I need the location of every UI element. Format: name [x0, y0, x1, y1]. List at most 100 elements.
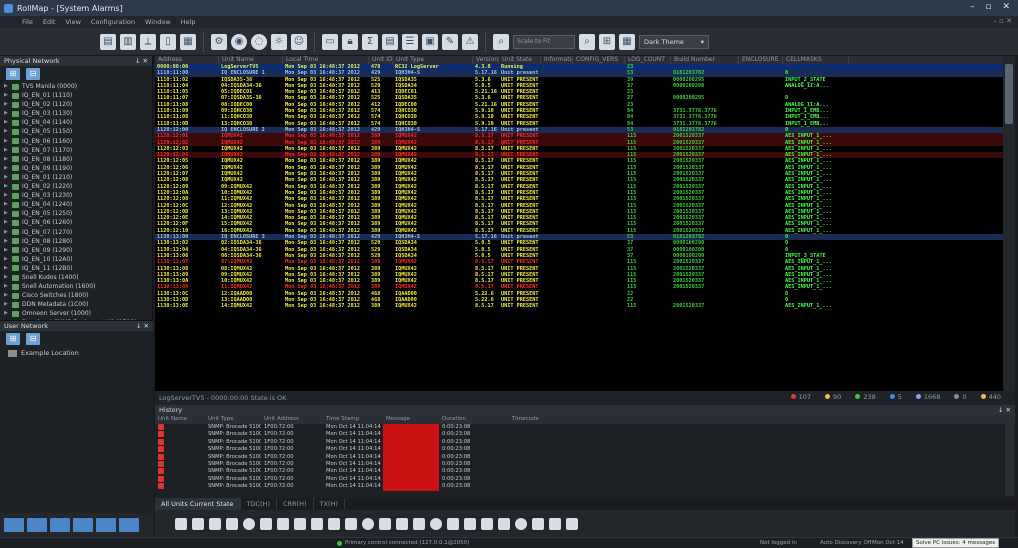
- scale-input[interactable]: Scale to Fit: [513, 34, 575, 49]
- expand-arrow-icon[interactable]: ▶: [4, 218, 10, 227]
- mdi-window-controls[interactable]: – ▫ ✕: [993, 17, 1012, 25]
- fit-icon[interactable]: ⊞: [599, 33, 615, 50]
- expand-arrow-icon[interactable]: ▶: [4, 300, 10, 309]
- bar-icon[interactable]: [447, 517, 459, 530]
- tree-item[interactable]: ▶ IQ_EN_10 (12A0): [0, 255, 152, 264]
- collapse-all-icon[interactable]: ⊟: [26, 68, 40, 80]
- history-row[interactable]: SNMP: Brocade 5100 1F00:72:00 Mon Oct 14 1…: [155, 438, 1015, 447]
- indicator-icon[interactable]: [362, 517, 374, 530]
- tree-item[interactable]: ▶ IQ_EN_01 (1110): [0, 91, 152, 100]
- expand-all-icon[interactable]: ⊞: [6, 68, 20, 80]
- lamp-icon[interactable]: [430, 517, 442, 530]
- lock-icon[interactable]: 🔒︎: [342, 33, 358, 50]
- grid-icon[interactable]: [328, 517, 340, 530]
- tab[interactable]: CRR(H): [277, 498, 314, 510]
- tree-item[interactable]: ▶ DDN Metadata (1C00): [0, 300, 152, 309]
- expand-arrow-icon[interactable]: ▶: [4, 91, 10, 100]
- pointer-icon[interactable]: [175, 517, 187, 530]
- alarm-count[interactable]: 5: [889, 393, 902, 401]
- column-header[interactable]: Local Time: [283, 56, 369, 64]
- tree-item[interactable]: ▶ IQ_EN_08 (1180): [0, 155, 152, 164]
- expand-arrow-icon[interactable]: ▶: [4, 246, 10, 255]
- history-row[interactable]: SNMP: Brocade 5100 1F00:72:00 Mon Oct 14 1…: [155, 460, 1015, 469]
- document-icon[interactable]: ▯: [160, 33, 176, 50]
- expand-arrow-icon[interactable]: ▶: [4, 191, 10, 200]
- tree-item[interactable]: ▶ IQ_EN_07 (1170): [0, 146, 152, 155]
- menu-edit[interactable]: Edit: [43, 18, 56, 26]
- expand-arrow-icon[interactable]: ▶: [4, 273, 10, 282]
- tree-item[interactable]: ▶ IQ_EN_04 (1140): [0, 118, 152, 127]
- alarm-count[interactable]: 440: [980, 393, 1001, 401]
- scroll-thumb[interactable]: [1005, 64, 1013, 124]
- export-icon[interactable]: [119, 518, 139, 532]
- ellipse-icon[interactable]: [243, 517, 255, 530]
- dial-component-icon[interactable]: [566, 517, 578, 530]
- folder-icon[interactable]: [96, 518, 116, 532]
- alarm-count[interactable]: 0: [954, 393, 967, 401]
- rounded-rect-icon[interactable]: [226, 517, 238, 530]
- check-icon[interactable]: [498, 517, 510, 530]
- column-header[interactable]: CELLMASKS: [783, 56, 849, 64]
- theme-icon[interactable]: ▦: [619, 33, 635, 50]
- alarm-icon[interactable]: ⚠: [462, 33, 478, 50]
- monitor-icon[interactable]: ▭: [322, 33, 338, 50]
- chart-icon[interactable]: [73, 518, 93, 532]
- column-header[interactable]: Unit State: [499, 56, 541, 64]
- column-header[interactable]: Version: [473, 56, 499, 64]
- alarm-count[interactable]: 107: [790, 393, 811, 401]
- xy-icon[interactable]: [532, 517, 544, 530]
- table-icon[interactable]: [345, 517, 357, 530]
- expand-arrow-icon[interactable]: ▶: [4, 164, 10, 173]
- history-column-header[interactable]: Message: [383, 415, 439, 424]
- line-icon[interactable]: [192, 517, 204, 530]
- expand-all-icon[interactable]: ⊞: [6, 333, 20, 345]
- column-header[interactable]: Address: [155, 56, 219, 64]
- button-icon[interactable]: [311, 517, 323, 530]
- menu-view[interactable]: View: [65, 18, 80, 26]
- keyboard-icon[interactable]: [4, 518, 24, 532]
- expand-arrow-icon[interactable]: ▶: [4, 137, 10, 146]
- network-icon[interactable]: ⟂: [140, 33, 156, 50]
- expand-arrow-icon[interactable]: ▶: [4, 146, 10, 155]
- history-row[interactable]: SNMP: Brocade 5100 1F00:72:00 Mon Oct 14 1…: [155, 446, 1015, 454]
- list-view-icon[interactable]: ☰: [402, 33, 418, 50]
- polygon-icon[interactable]: [260, 517, 272, 530]
- history-row[interactable]: SNMP: Brocade 5100 1F00:72:00 Mon Oct 14 1…: [155, 475, 1015, 484]
- expand-arrow-icon[interactable]: ▶: [4, 291, 10, 300]
- connect-icon[interactable]: ⚙: [211, 33, 227, 50]
- menu-window[interactable]: Window: [145, 18, 171, 26]
- meter-icon[interactable]: [379, 517, 391, 530]
- grid-view-icon[interactable]: ▤: [382, 33, 398, 50]
- globe-icon[interactable]: ◉: [231, 33, 247, 50]
- column-header[interactable]: Information: [541, 56, 573, 64]
- expand-arrow-icon[interactable]: ▶: [4, 118, 10, 127]
- settings-icon[interactable]: ☼: [271, 33, 287, 50]
- expand-arrow-icon[interactable]: ▶: [4, 182, 10, 191]
- history-column-header[interactable]: Duration: [439, 415, 509, 424]
- users-icon[interactable]: ☺: [291, 33, 307, 50]
- tab[interactable]: TDC(H): [241, 498, 277, 510]
- menu-help[interactable]: Help: [181, 18, 196, 26]
- list-icon[interactable]: [413, 517, 425, 530]
- tree-item[interactable]: ▶ IQ_EN_04 (1240): [0, 200, 152, 209]
- pane-pin-close[interactable]: ↓ ✕: [136, 322, 149, 330]
- tree-item[interactable]: ▶ IQ_EN_05 (1150): [0, 127, 152, 136]
- pane-pin-close[interactable]: ↓ ✕: [998, 406, 1011, 414]
- expand-arrow-icon[interactable]: ▶: [4, 228, 10, 237]
- tree-item[interactable]: ▶ IQ_EN_05 (1250): [0, 209, 152, 218]
- menu-configuration[interactable]: Configuration: [91, 18, 135, 26]
- expand-arrow-icon[interactable]: ▶: [4, 282, 10, 291]
- expand-arrow-icon[interactable]: ▶: [4, 200, 10, 209]
- tree-item[interactable]: ▶ Snell Kudos (1400): [0, 273, 152, 282]
- history-column-header[interactable]: Unit Name: [155, 415, 205, 424]
- graph-icon[interactable]: [396, 517, 408, 530]
- table-row[interactable]: 1130:13:0E 14:IQMUX42 Mon Sep 03 16:48:37 …: [155, 303, 1003, 309]
- tree-item[interactable]: ▶ IQ_EN_08 (1280): [0, 237, 152, 246]
- rectangle-icon[interactable]: [209, 517, 221, 530]
- tree-item[interactable]: ▶ IQ_EN_01 (1210): [0, 173, 152, 182]
- layout-icon[interactable]: [50, 518, 70, 532]
- alarm-count[interactable]: 238: [855, 393, 876, 401]
- expand-arrow-icon[interactable]: ▶: [4, 173, 10, 182]
- menu-file[interactable]: File: [22, 18, 33, 26]
- dial-icon[interactable]: [515, 517, 527, 530]
